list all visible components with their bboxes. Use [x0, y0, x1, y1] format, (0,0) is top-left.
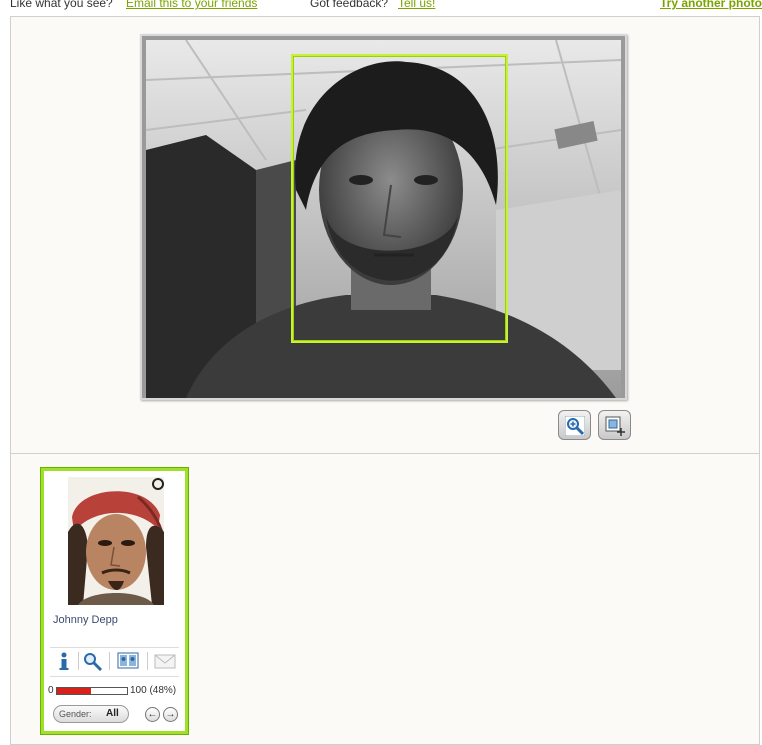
divider: [50, 676, 179, 677]
match-photo[interactable]: [68, 477, 164, 605]
divider: [147, 652, 148, 670]
gender-label: Gender:: [59, 709, 92, 719]
envelope-icon[interactable]: [154, 651, 176, 671]
fit-photo-icon: [605, 416, 625, 436]
divider: [109, 652, 110, 670]
like-text: Like what you see?: [10, 0, 113, 10]
magnify-icon[interactable]: [82, 651, 104, 671]
feedback-text: Got feedback?: [310, 0, 389, 10]
face-detection-box: [291, 54, 508, 343]
gender-value[interactable]: All: [106, 708, 119, 719]
try-another-photo-link[interactable]: Try another photo: [660, 0, 762, 10]
zoom-in-button[interactable]: [558, 410, 591, 440]
fit-photo-button[interactable]: [598, 410, 631, 440]
match-name[interactable]: Johnny Depp: [53, 614, 118, 626]
divider: [50, 647, 179, 648]
divider: [78, 652, 79, 670]
compare-faces-icon[interactable]: [117, 651, 139, 671]
next-match-button[interactable]: →: [163, 707, 178, 722]
zoom-in-icon: [565, 416, 585, 436]
score-min: 0: [48, 685, 54, 696]
top-bar: Like what you see? Email this to your fr…: [0, 0, 762, 12]
previous-match-button[interactable]: ←: [145, 707, 160, 722]
score-bar: [56, 687, 128, 695]
email-friends-link[interactable]: Email this to your friends: [126, 0, 257, 10]
score-bar-fill: [57, 688, 91, 694]
info-icon[interactable]: [53, 651, 75, 671]
score-max-label: 100 (48%): [130, 685, 177, 696]
tell-us-link[interactable]: Tell us!: [398, 0, 435, 10]
match-card[interactable]: Johnny Depp 0 100 (48%) Gender: All ← →: [41, 468, 188, 734]
gender-filter[interactable]: Gender: All: [53, 705, 129, 723]
